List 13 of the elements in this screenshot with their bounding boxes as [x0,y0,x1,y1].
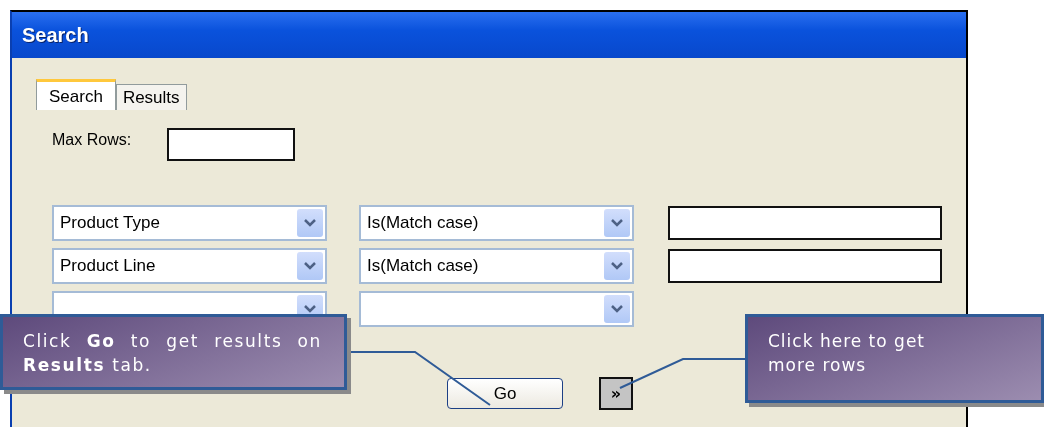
value-field[interactable] [668,249,942,283]
tab[interactable]: Search [36,79,116,110]
operator-dropdown[interactable]: Is(Match case) [359,205,634,241]
value-field[interactable] [668,206,942,240]
more-rows-button[interactable]: » [599,377,633,410]
window-title: Search [22,23,89,47]
field-dropdown[interactable]: Product Type [52,205,327,241]
go-button[interactable]: Go [447,378,563,409]
operator-dropdown[interactable]: Is(Match case) [359,248,634,284]
max-rows-field[interactable] [167,128,296,161]
field-dropdown[interactable]: Product Line [52,248,327,284]
max-rows-label: Max Rows: [52,130,132,149]
tab[interactable]: Results [115,84,187,110]
